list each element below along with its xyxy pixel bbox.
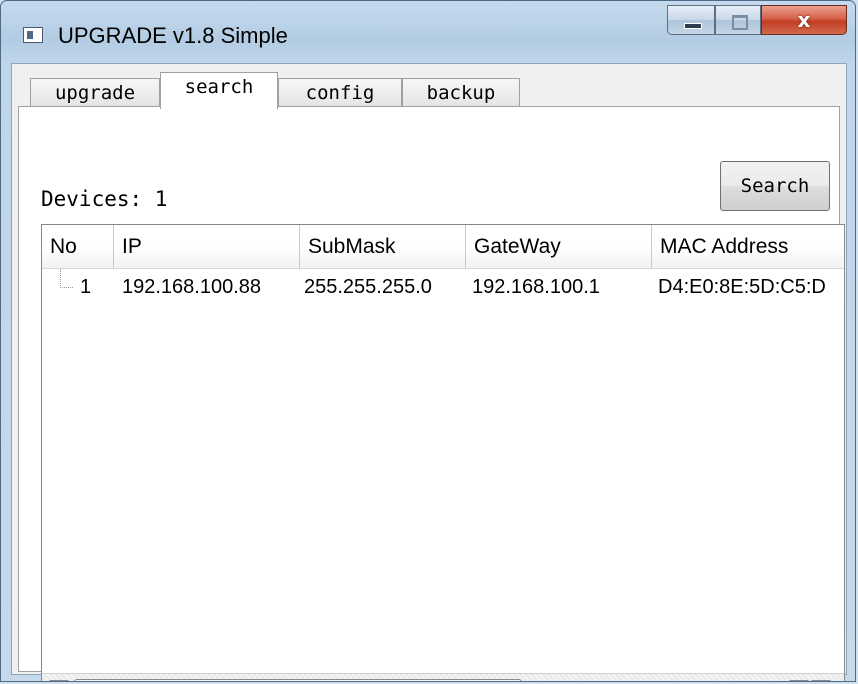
scroll-right-icon[interactable]: ▶ — [810, 680, 832, 681]
tree-branch-line — [60, 269, 73, 288]
table-header: No IP SubMask GateWay MAC Address — [42, 225, 844, 269]
column-header-mac[interactable]: MAC Address — [652, 225, 844, 269]
tab-backup[interactable]: backup — [402, 78, 520, 108]
minimize-button[interactable] — [667, 5, 715, 35]
table-row[interactable]: 1 192.168.100.88 255.255.255.0 192.168.1… — [42, 269, 844, 305]
column-header-gateway[interactable]: GateWay — [466, 225, 652, 269]
devices-count-label: Devices: 1 — [41, 187, 168, 211]
title-bar[interactable]: UPGRADE v1.8 Simple x — [1, 1, 855, 63]
close-icon: x — [797, 8, 811, 32]
tab-search[interactable]: search — [160, 72, 278, 109]
cell-ip: 192.168.100.88 — [122, 276, 262, 298]
tab-config[interactable]: config — [278, 78, 402, 108]
tab-bar: upgrade search config backup — [30, 72, 850, 109]
column-header-ip[interactable]: IP — [114, 225, 300, 269]
cell-submask: 255.255.255.0 — [304, 276, 432, 298]
scroll-left-icon-secondary[interactable]: ◀ — [788, 680, 810, 681]
cell-no: 1 — [80, 276, 92, 298]
scrollbar-thumb[interactable] — [74, 679, 522, 681]
column-header-no[interactable]: No — [42, 225, 114, 269]
cell-gateway: 192.168.100.1 — [472, 276, 600, 298]
cell-mac: D4:E0:8E:5D:C5:D — [658, 276, 826, 298]
app-icon[interactable] — [23, 27, 43, 43]
window-title: UPGRADE v1.8 Simple — [58, 23, 288, 48]
caption-buttons: x — [667, 5, 847, 35]
scroll-left-icon[interactable]: ◀ — [48, 680, 70, 681]
dialog-client-area: upgrade search config backup Devices: 1 … — [11, 63, 850, 681]
search-tab-panel: Devices: 1 Search No IP SubMask GateWay … — [18, 106, 845, 681]
app-window: UPGRADE v1.8 Simple x upgrade search con… — [0, 0, 856, 682]
maximize-icon — [732, 15, 748, 30]
tab-upgrade[interactable]: upgrade — [30, 78, 160, 108]
minimize-icon — [684, 23, 702, 29]
search-button[interactable]: Search — [720, 161, 830, 211]
devices-table[interactable]: No IP SubMask GateWay MAC Address 1 192.… — [41, 224, 845, 681]
maximize-button[interactable] — [715, 5, 761, 35]
column-header-submask[interactable]: SubMask — [300, 225, 466, 269]
horizontal-scrollbar[interactable]: ◀ ◀ ▶ — [42, 673, 844, 681]
close-button[interactable]: x — [761, 5, 847, 35]
